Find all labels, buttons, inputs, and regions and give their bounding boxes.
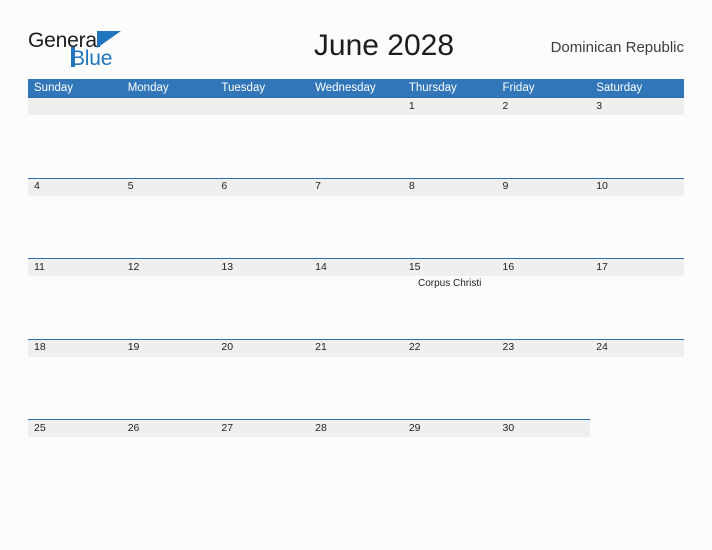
day-number: 16 bbox=[502, 260, 515, 273]
day-number: 24 bbox=[596, 341, 608, 353]
day-cell-29[interactable]: 29 bbox=[403, 419, 497, 500]
day-number: 9 bbox=[502, 180, 509, 192]
day-cell-empty bbox=[122, 97, 216, 178]
day-cell-28[interactable]: 28 bbox=[309, 419, 403, 500]
day-number: 12 bbox=[127, 260, 140, 273]
day-cell-7[interactable]: 7 bbox=[309, 178, 403, 259]
weekday-header-thursday: Thursday bbox=[408, 82, 457, 94]
day-cell-4[interactable]: 4 bbox=[28, 178, 122, 259]
day-cell-23[interactable]: 23 bbox=[497, 339, 591, 420]
day-cell-5[interactable]: 5 bbox=[122, 178, 216, 259]
day-cell-3[interactable]: 3 bbox=[590, 97, 684, 178]
day-number: 22 bbox=[408, 341, 421, 353]
calendar-grid: Sunday Monday Tuesday Wednesday Thursday Frid… bbox=[28, 79, 684, 500]
day-number: 4 bbox=[34, 180, 40, 192]
day-number: 17 bbox=[596, 260, 608, 273]
calendar-week-row: 18 19 20 21 22 23 24 bbox=[28, 338, 684, 420]
calendar-week-row: 25 26 27 28 29 30 bbox=[28, 419, 684, 500]
day-number: 20 bbox=[221, 341, 234, 353]
day-cell-8[interactable]: 8 bbox=[403, 178, 497, 259]
day-number: 26 bbox=[127, 421, 140, 434]
day-number: 14 bbox=[315, 260, 327, 273]
brand-name-blue: Blue bbox=[71, 47, 113, 70]
day-number: 3 bbox=[596, 99, 603, 112]
weekday-header-saturday: Saturday bbox=[596, 82, 643, 94]
day-cell-empty bbox=[590, 419, 684, 500]
day-number: 29 bbox=[408, 421, 421, 434]
calendar-page: General Blue June 2028 Dominican Republi… bbox=[0, 0, 712, 550]
day-number: 11 bbox=[34, 260, 45, 273]
day-cell-20[interactable]: 20 bbox=[215, 339, 309, 420]
calendar-week-row: 11 12 13 14 15 Corpus Christi 16 17 bbox=[28, 258, 684, 339]
day-cell-empty bbox=[215, 97, 309, 178]
day-cell-15[interactable]: 15 Corpus Christi bbox=[403, 258, 497, 339]
weekday-header-tuesday: Tuesday bbox=[221, 82, 266, 94]
day-cell-1[interactable]: 1 bbox=[403, 97, 497, 178]
day-cell-12[interactable]: 12 bbox=[122, 258, 216, 339]
day-number: 6 bbox=[221, 180, 228, 192]
day-cell-21[interactable]: 21 bbox=[309, 339, 403, 420]
page-header: General Blue June 2028 Dominican Republi… bbox=[28, 22, 684, 70]
day-number: 15 bbox=[408, 260, 421, 273]
day-cell-26[interactable]: 26 bbox=[122, 419, 216, 500]
day-cell-13[interactable]: 13 bbox=[215, 258, 309, 339]
day-number: 27 bbox=[221, 421, 234, 434]
day-number: 13 bbox=[221, 260, 234, 273]
day-number: 25 bbox=[34, 421, 46, 434]
day-cell-2[interactable]: 2 bbox=[497, 97, 591, 178]
weekday-header-monday: Monday bbox=[127, 82, 169, 94]
week-cells: 18 19 20 21 22 23 24 bbox=[28, 339, 684, 420]
region-label: Dominican Republic bbox=[550, 39, 684, 56]
holiday-label: Corpus Christi bbox=[417, 278, 482, 289]
day-number: 19 bbox=[127, 341, 140, 353]
day-number: 21 bbox=[315, 341, 327, 353]
day-cell-empty bbox=[28, 97, 122, 178]
page-title: June 2028 bbox=[313, 29, 455, 62]
day-cell-6[interactable]: 6 bbox=[215, 178, 309, 259]
calendar-week-row: 1 2 3 bbox=[28, 97, 684, 178]
day-cell-empty bbox=[309, 97, 403, 178]
day-cell-18[interactable]: 18 bbox=[28, 339, 122, 420]
week-cells: 11 12 13 14 15 Corpus Christi 16 17 bbox=[28, 258, 684, 339]
day-events: Corpus Christi bbox=[403, 277, 497, 290]
day-number: 28 bbox=[315, 421, 327, 434]
weekday-header-row: Sunday Monday Tuesday Wednesday Thursday Frid… bbox=[28, 79, 684, 97]
weekday-header-sunday: Sunday bbox=[34, 82, 74, 94]
triangle-icon bbox=[97, 31, 121, 48]
week-cells: 4 5 6 7 8 9 10 bbox=[28, 178, 684, 259]
day-cell-30[interactable]: 30 bbox=[497, 419, 591, 500]
weekday-header-friday: Friday bbox=[502, 82, 535, 94]
day-cell-24[interactable]: 24 bbox=[590, 339, 684, 420]
day-number: 5 bbox=[127, 180, 134, 192]
day-cell-11[interactable]: 11 bbox=[28, 258, 122, 339]
day-cell-27[interactable]: 27 bbox=[215, 419, 309, 500]
weekday-header-wednesday: Wednesday bbox=[315, 82, 376, 94]
day-cell-14[interactable]: 14 bbox=[309, 258, 403, 339]
day-number: 30 bbox=[502, 421, 515, 434]
day-number: 7 bbox=[315, 180, 321, 192]
week-cells: 25 26 27 28 29 30 bbox=[28, 419, 684, 500]
day-cell-25[interactable]: 25 bbox=[28, 419, 122, 500]
week-cells: 1 2 3 bbox=[28, 97, 684, 178]
day-cell-9[interactable]: 9 bbox=[497, 178, 591, 259]
calendar-week-row: 4 5 6 7 8 9 10 bbox=[28, 177, 684, 259]
day-cell-19[interactable]: 19 bbox=[122, 339, 216, 420]
day-number: 10 bbox=[596, 180, 608, 192]
day-number: 8 bbox=[408, 180, 415, 192]
calendar-body: 1 2 3 4 5 6 7 8 9 10 11 12 13 14 15 Corpus Christi 16 17 1… bbox=[28, 97, 684, 500]
day-cell-17[interactable]: 17 bbox=[590, 258, 684, 339]
day-cell-16[interactable]: 16 bbox=[497, 258, 591, 339]
day-number: 18 bbox=[34, 341, 46, 353]
day-number: 1 bbox=[408, 99, 415, 112]
day-number: 23 bbox=[502, 341, 515, 353]
day-number: 2 bbox=[502, 99, 509, 112]
day-cell-10[interactable]: 10 bbox=[590, 178, 684, 259]
day-cell-22[interactable]: 22 bbox=[403, 339, 497, 420]
